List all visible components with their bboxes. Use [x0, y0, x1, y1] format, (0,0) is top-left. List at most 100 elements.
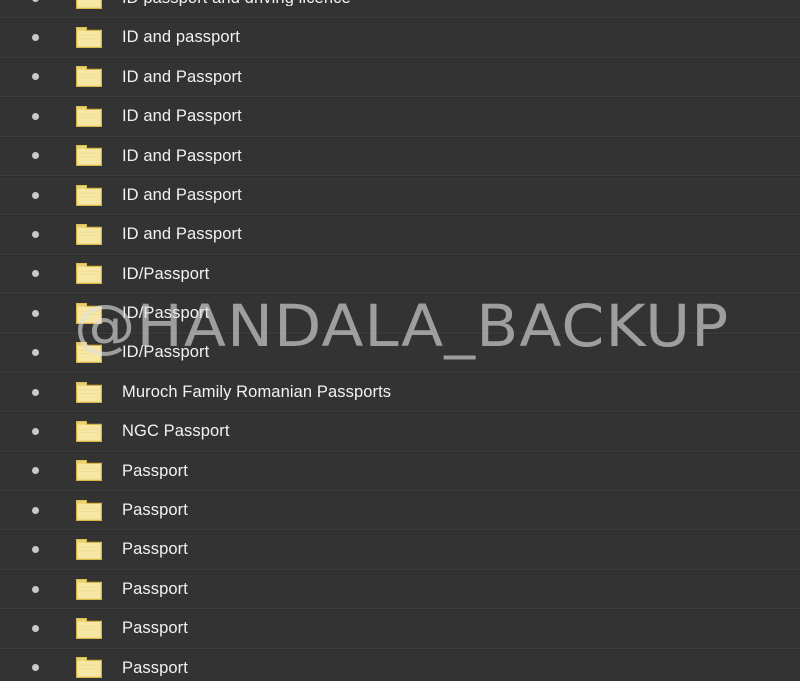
- folder-icon: [76, 539, 102, 561]
- bullet-cell: [0, 152, 76, 160]
- list-item[interactable]: ID and passport: [0, 18, 800, 58]
- bullet-dot-icon: [31, 349, 39, 357]
- list-item[interactable]: ID and Passport: [0, 175, 800, 216]
- bullet-dot-icon: [31, 34, 39, 42]
- list-item[interactable]: Passport: [0, 530, 800, 570]
- list-item[interactable]: Muroch Family Romanian Passports: [0, 372, 800, 413]
- folder-name-label: ID and Passport: [122, 147, 242, 164]
- bullet-cell: [0, 0, 76, 2]
- bullet-cell: [0, 309, 76, 317]
- folder-name-label: Passport: [122, 502, 188, 519]
- list-item[interactable]: ID and Passport: [0, 215, 800, 255]
- bullet-cell: [0, 73, 76, 81]
- folder-name-label: ID and passport: [122, 29, 240, 46]
- folder-name-label: ID/Passport: [122, 265, 210, 283]
- bullet-dot-icon: [31, 664, 39, 672]
- icon-cell: [76, 145, 122, 167]
- list-item[interactable]: ID passport and driving licence: [0, 0, 800, 19]
- folder-icon: [76, 105, 102, 127]
- list-item[interactable]: Passport: [0, 609, 800, 649]
- icon-cell: [76, 539, 122, 561]
- folder-icon: [76, 27, 102, 49]
- folder-icon: [76, 184, 102, 206]
- icon-cell: [76, 105, 122, 127]
- bullet-dot-icon: [31, 427, 39, 435]
- bullet-cell: [0, 664, 76, 672]
- bullet-cell: [0, 467, 76, 475]
- folder-icon: [76, 342, 102, 364]
- icon-cell: [76, 578, 122, 600]
- file-browser-folder-list-view: ID passport and driving licence ID and p…: [0, 0, 800, 681]
- folder-name-label: Passport: [122, 580, 188, 598]
- list-item[interactable]: Passport: [0, 451, 800, 492]
- icon-cell: [76, 0, 122, 9]
- bullet-dot-icon: [31, 0, 39, 2]
- bullet-cell: [0, 427, 76, 435]
- folder-icon: [76, 578, 102, 600]
- folder-name-label: ID passport and driving licence: [122, 0, 800, 6]
- list-item[interactable]: ID and Passport: [0, 136, 800, 176]
- bullet-cell: [0, 388, 76, 396]
- icon-cell: [76, 66, 122, 88]
- bullet-dot-icon: [31, 73, 39, 81]
- list-item[interactable]: Passport: [0, 569, 800, 610]
- bullet-cell: [0, 349, 76, 357]
- icon-cell: [76, 499, 122, 521]
- icon-cell: [76, 224, 122, 246]
- icon-cell: [76, 263, 122, 285]
- list-item[interactable]: ID and Passport: [0, 97, 800, 137]
- folder-name-label: Passport: [122, 620, 188, 637]
- bullet-dot-icon: [31, 152, 39, 160]
- list-item[interactable]: ID/Passport: [0, 254, 800, 295]
- folder-icon: [76, 381, 102, 403]
- icon-cell: [76, 302, 122, 324]
- folder-name-label: ID/Passport: [122, 344, 210, 361]
- bullet-cell: [0, 546, 76, 554]
- list-item[interactable]: ID and Passport: [0, 57, 800, 98]
- list-item[interactable]: Passport: [0, 648, 800, 681]
- list-item[interactable]: ID/Passport: [0, 333, 800, 373]
- bullet-dot-icon: [31, 388, 39, 396]
- bullet-cell: [0, 506, 76, 514]
- folder-name-label: Passport: [122, 659, 188, 677]
- bullet-dot-icon: [31, 270, 39, 278]
- folder-list: ID passport and driving licence ID and p…: [0, 0, 800, 681]
- folder-name-label: ID and Passport: [122, 108, 242, 125]
- folder-name-label: Muroch Family Romanian Passports: [122, 383, 392, 401]
- bullet-cell: [0, 34, 76, 42]
- folder-icon: [76, 617, 102, 639]
- folder-icon: [76, 263, 102, 285]
- folder-icon: [76, 657, 102, 679]
- icon-cell: [76, 184, 122, 206]
- folder-name-label: Passport: [122, 462, 188, 480]
- bullet-dot-icon: [31, 191, 39, 199]
- folder-name-label: ID and Passport: [122, 186, 242, 204]
- icon-cell: [76, 460, 122, 482]
- folder-icon: [76, 224, 102, 246]
- icon-cell: [76, 27, 122, 49]
- folder-name-label: ID and Passport: [122, 68, 242, 86]
- bullet-cell: [0, 231, 76, 239]
- bullet-cell: [0, 585, 76, 593]
- icon-cell: [76, 342, 122, 364]
- folder-icon: [76, 460, 102, 482]
- folder-icon: [76, 499, 102, 521]
- icon-cell: [76, 617, 122, 639]
- folder-icon: [76, 420, 102, 442]
- folder-name-label: ID/Passport: [122, 305, 210, 322]
- bullet-cell: [0, 624, 76, 632]
- icon-cell: [76, 657, 122, 679]
- list-item[interactable]: NGC Passport: [0, 412, 800, 452]
- list-item[interactable]: Passport: [0, 491, 800, 531]
- bullet-dot-icon: [31, 546, 39, 554]
- folder-name-label: NGC Passport: [122, 423, 230, 440]
- folder-name-label: Passport: [122, 541, 188, 558]
- bullet-dot-icon: [31, 231, 39, 239]
- icon-cell: [76, 381, 122, 403]
- bullet-cell: [0, 112, 76, 120]
- bullet-dot-icon: [31, 309, 39, 317]
- folder-icon: [76, 66, 102, 88]
- bullet-dot-icon: [31, 467, 39, 475]
- list-item[interactable]: ID/Passport: [0, 294, 800, 334]
- icon-cell: [76, 420, 122, 442]
